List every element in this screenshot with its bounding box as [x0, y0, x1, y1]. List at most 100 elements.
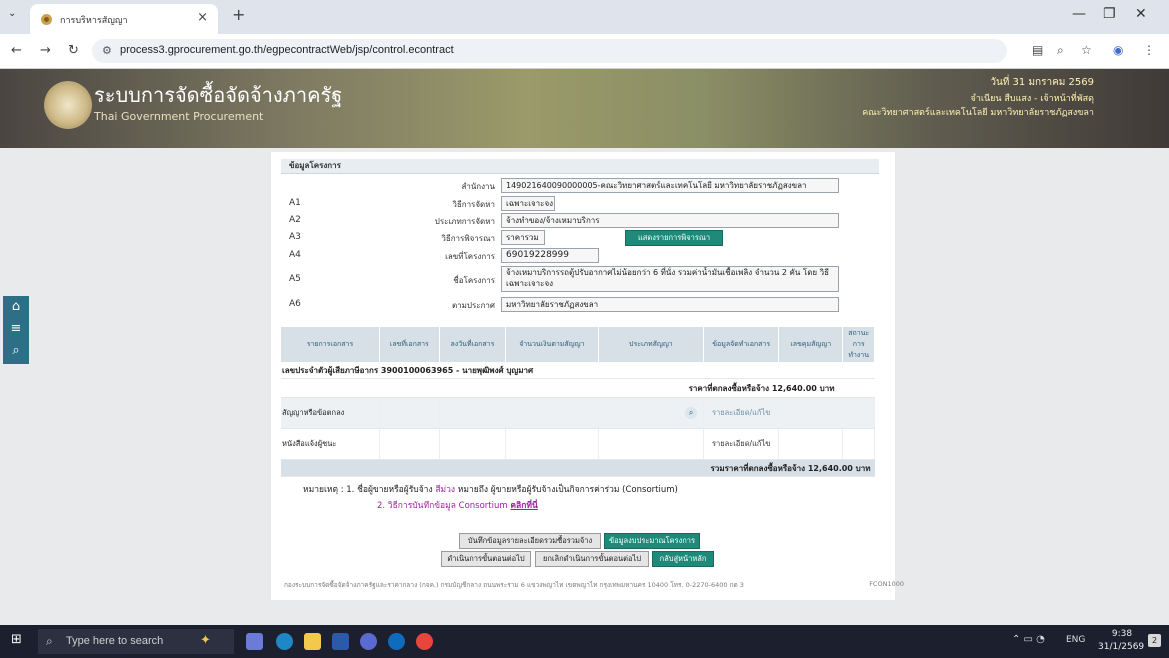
chrome-icon[interactable] — [416, 633, 433, 650]
windows-taskbar: ⊞ ⌕ Type here to search ✦ ⌃ ▭ ◔ ENG 9:38… — [0, 625, 1169, 658]
contract-amount — [505, 428, 599, 460]
back-icon[interactable]: ← — [11, 43, 22, 58]
contract-type: ⌕ — [598, 397, 705, 429]
budget-info-button[interactable]: ข้อมูลงบประมาณโครงการ — [604, 533, 700, 549]
contract-type — [598, 428, 705, 460]
work-status — [842, 428, 875, 460]
profile-icon[interactable]: ◉ — [1113, 43, 1123, 57]
document-number — [379, 428, 440, 460]
note-line2-text: 2. วิธีการบันทึกข้อมูล Consortium — [377, 501, 508, 511]
field-label: ชื่อโครงการ — [453, 276, 495, 285]
column-header: เลขที่เอกสาร — [379, 327, 440, 362]
reload-icon[interactable]: ↻ — [68, 43, 79, 58]
browser-tab[interactable]: การบริหารสัญญา × — [30, 4, 218, 34]
tab-title: การบริหารสัญญา — [60, 16, 128, 26]
note-prefix: หมายเหตุ : 1. ชื่อผู้ขายหรือผู้รับจ้าง — [303, 485, 433, 495]
list-menu-icon[interactable]: ≡ — [3, 318, 29, 340]
search-icon[interactable]: ⌕ — [3, 340, 29, 362]
teams-icon[interactable] — [360, 633, 377, 650]
notification-icon[interactable]: 2 — [1148, 634, 1161, 647]
system-name: ระบบการจัดซื้อจัดจ้างภาครัฐ — [94, 83, 343, 107]
field-value: จ้างทำของ/จ้างเหมาบริการ — [501, 213, 839, 228]
agreed-price: ราคาที่ตกลงซื้อหรือจ้าง 12,640.00 บาท — [281, 378, 875, 398]
field-code: A5 — [289, 274, 301, 284]
taskbar-clock[interactable]: 9:38 — [1100, 629, 1144, 639]
work-status — [842, 397, 875, 429]
show-criteria-button[interactable]: แสดงรายการพิจารณา — [625, 230, 723, 246]
document-name: หนังสือแจ้งผู้ชนะ — [281, 428, 380, 460]
field-row-a6: A6 ตามประกาศ มหาวิทยาลัยราชภัฏสงขลา — [271, 297, 895, 313]
field-code: A3 — [289, 232, 301, 242]
field-label: ตามประกาศ — [451, 301, 495, 310]
maximize-icon[interactable]: ❐ — [1103, 6, 1116, 22]
column-header: สถานะการทำงาน — [842, 327, 875, 362]
table-header-row: รายการเอกสาร เลขที่เอกสาร ลงวันที่เอกสาร… — [281, 327, 875, 362]
system-name-en: Thai Government Procurement — [94, 110, 264, 123]
browser-tab-bar: ⌄ การบริหารสัญญา × + — ❐ ✕ — [0, 0, 1169, 34]
field-row-a4: A4 เลขที่โครงการ 69019228999 — [271, 248, 895, 264]
field-row-a1: A1 วิธีการจัดหา เฉพาะเจาะจง — [271, 196, 895, 212]
note-line-1: หมายเหตุ : 1. ชื่อผู้ขายหรือผู้รับจ้าง ส… — [303, 482, 678, 496]
language-indicator[interactable]: ENG — [1066, 635, 1085, 645]
cancel-next-step-button[interactable]: ยกเลิกดำเนินการขั้นตอนต่อไป — [535, 551, 649, 567]
forward-icon[interactable]: → — [40, 43, 51, 58]
footer: กองระบบการจัดซื้อจัดจ้างภาครัฐและราคากลา… — [284, 580, 904, 590]
search-icon: ⌕ — [46, 634, 53, 648]
search-placeholder: Type here to search — [66, 635, 164, 647]
office-row: สำนักงาน 149021640090000005-คณะวิทยาศาสต… — [271, 178, 895, 194]
total-price: รวมราคาที่ตกลงซื้อหรือจ้าง 12,640.00 บาท — [281, 459, 875, 477]
new-tab-button[interactable]: + — [232, 5, 245, 24]
word-icon[interactable] — [332, 633, 349, 650]
home-icon[interactable]: ⌂ — [3, 296, 29, 318]
next-step-button[interactable]: ดำเนินการขั้นตอนต่อไป — [441, 551, 531, 567]
home-button[interactable]: กลับสู่หน้าหลัก — [652, 551, 714, 567]
system-tray-icons[interactable]: ⌃ ▭ ◔ — [1012, 634, 1045, 645]
table-row: สัญญาหรือข้อตกลง ⌕ รายละเอียด/แก้ไข — [281, 397, 875, 429]
contract-control-number — [778, 428, 844, 460]
agreed-price-row: ราคาที่ตกลงซื้อหรือจ้าง 12,640.00 บาท — [281, 378, 875, 398]
address-bar: ← → ↻ ⚙ process3.gprocurement.go.th/egpe… — [0, 34, 1169, 69]
document-number — [379, 397, 440, 429]
column-header: ประเภทสัญญา — [598, 327, 705, 362]
header-banner: ระบบการจัดซื้อจัดจ้างภาครัฐ Thai Governm… — [0, 69, 1169, 148]
detail-edit-link[interactable]: รายละเอียด/แก้ไข — [703, 397, 780, 429]
field-label: วิธีการพิจารณา — [441, 234, 495, 243]
field-code: A1 — [289, 198, 301, 208]
column-header: จำนวนเงินตามสัญญา — [505, 327, 599, 362]
zoom-icon[interactable]: ⌕ — [1057, 43, 1064, 58]
detail-edit-link[interactable]: รายละเอียด/แก้ไข — [703, 428, 780, 460]
taskbar-date[interactable]: 31/1/2569 — [1098, 642, 1144, 652]
translate-icon[interactable]: ▤ — [1032, 43, 1043, 57]
site-info-icon[interactable]: ⚙ — [102, 44, 112, 57]
save-detail-button[interactable]: บันทึกข้อมูลรายละเอียดรวมซื้อรวมจ้าง — [459, 533, 601, 549]
field-code: A4 — [289, 250, 301, 260]
table-row: หนังสือแจ้งผู้ชนะ รายละเอียด/แก้ไข — [281, 428, 875, 460]
note-color-word: สีม่วง — [435, 485, 456, 495]
field-label: เลขที่โครงการ — [445, 252, 495, 261]
field-value: 69019228999 — [501, 248, 599, 263]
tab-close-icon[interactable]: × — [197, 10, 208, 25]
main-panel: ข้อมูลโครงการ สำนักงาน 14902164009000000… — [271, 152, 895, 600]
contract-amount — [505, 397, 599, 429]
copilot-icon[interactable] — [388, 633, 405, 650]
start-icon[interactable]: ⊞ — [11, 632, 22, 647]
magnifier-icon[interactable]: ⌕ — [685, 407, 698, 419]
close-window-icon[interactable]: ✕ — [1135, 6, 1147, 22]
government-seal-icon — [44, 81, 92, 129]
tab-search-icon[interactable]: ⌄ — [8, 8, 16, 19]
url-field[interactable]: ⚙ process3.gprocurement.go.th/egpecontra… — [92, 39, 1007, 63]
office-field: 149021640090000005-คณะวิทยาศาสตร์และเทคโ… — [501, 178, 839, 193]
user-agency: คณะวิทยาศาสตร์และเทคโนโลยี มหาวิทยาลัยรา… — [862, 108, 1094, 118]
project-name-textarea[interactable]: จ้างเหมาบริการรถตู้ปรับอากาศไม่น้อยกว่า … — [501, 266, 839, 292]
edge-icon[interactable] — [276, 633, 293, 650]
file-explorer-icon[interactable] — [304, 633, 321, 650]
task-view-icon[interactable] — [246, 633, 263, 650]
menu-icon[interactable]: ⋮ — [1143, 43, 1155, 57]
section-title: ข้อมูลโครงการ — [281, 159, 879, 174]
consortium-link[interactable]: คลิกที่นี่ — [510, 501, 537, 511]
taxpayer-row: เลขประจำตัวผู้เสียภาษีอากร 3900100063965… — [281, 362, 875, 379]
taskbar-search[interactable]: ⌕ Type here to search ✦ — [38, 629, 234, 654]
bookmark-star-icon[interactable]: ☆ — [1081, 43, 1092, 57]
minimize-icon[interactable]: — — [1072, 6, 1086, 22]
field-label: วิธีการจัดหา — [452, 200, 495, 209]
